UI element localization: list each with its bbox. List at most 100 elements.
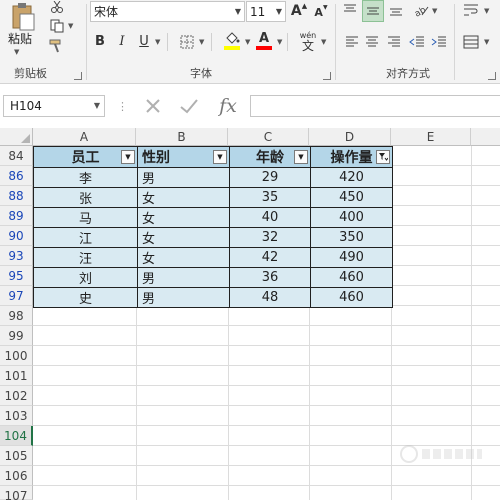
row-header[interactable]: 107 [0,486,33,500]
underline-dropdown-icon[interactable]: ▼ [155,38,160,46]
bold-button[interactable]: B [93,32,107,50]
column-header-a[interactable]: A [33,128,136,146]
cell-gender[interactable]: 女 [137,247,230,268]
orientation-dropdown-icon[interactable]: ▼ [432,7,437,15]
cell-age[interactable]: 35 [229,187,311,208]
cell-gender[interactable]: 女 [137,187,230,208]
row-header[interactable]: 98 [0,306,33,326]
phonetic-dropdown-icon[interactable]: ▼ [321,38,326,46]
borders-icon[interactable] [179,34,195,50]
cell-workload[interactable]: 420 [310,167,393,188]
font-name-field[interactable]: 宋体 ▼ [90,1,245,22]
align-left-icon[interactable] [344,34,360,50]
underline-button[interactable]: U [137,32,151,50]
cell-age[interactable]: 40 [229,207,311,228]
enter-icon[interactable] [178,96,200,116]
cell-age[interactable]: 29 [229,167,311,188]
cut-icon[interactable] [48,0,66,14]
row-header[interactable]: 101 [0,366,33,386]
filter-dropdown-icon[interactable]: ▼ [121,150,135,164]
cell-age[interactable]: 32 [229,227,311,248]
row-header[interactable]: 93 [0,246,33,266]
column-header-f[interactable] [471,128,500,146]
header-cell-employee[interactable]: 员工 ▼ [33,146,138,168]
column-header-c[interactable]: C [228,128,309,146]
row-header[interactable]: 97 [0,286,33,306]
filter-dropdown-icon[interactable]: ▼ [294,150,308,164]
italic-button[interactable]: I [115,32,129,50]
font-size-field[interactable]: 11 ▼ [246,1,286,22]
paste-dropdown-icon[interactable]: ▼ [14,48,19,56]
column-header-e[interactable]: E [391,128,471,146]
wrap-text-icon[interactable] [462,2,480,18]
row-header[interactable]: 102 [0,386,33,406]
cell-employee[interactable]: 汪 [33,247,138,268]
cell-gender[interactable]: 女 [137,207,230,228]
merge-center-icon[interactable] [462,34,480,50]
paste-button[interactable]: 粘贴 [8,30,32,47]
row-header[interactable]: 90 [0,226,33,246]
cell-employee[interactable]: 史 [33,287,138,308]
font-color-icon[interactable]: A [255,30,273,52]
filter-dropdown-icon[interactable]: ▼ [213,150,227,164]
cell-gender[interactable]: 男 [137,287,230,308]
name-box[interactable]: H104 ▼ [3,95,105,117]
row-header[interactable]: 84 [0,146,33,166]
row-header[interactable]: 106 [0,466,33,486]
wrap-text-dropdown-icon[interactable]: ▼ [484,7,489,15]
alignment-launcher-icon[interactable] [488,72,496,80]
format-painter-icon[interactable] [48,38,66,54]
header-cell-workload[interactable]: 操作量 [310,146,393,168]
phonetic-guide-button[interactable]: wén 文 [297,30,319,54]
align-center-icon[interactable] [364,34,380,50]
orientation-icon[interactable]: ab [412,2,430,18]
merge-center-dropdown-icon[interactable]: ▼ [484,38,489,46]
row-header[interactable]: 89 [0,206,33,226]
cell-employee[interactable]: 马 [33,207,138,228]
decrease-font-icon[interactable]: A ▼ [313,4,329,20]
cell-gender[interactable]: 男 [137,167,230,188]
font-launcher-icon[interactable] [323,72,331,80]
decrease-indent-icon[interactable] [408,34,426,50]
clipboard-launcher-icon[interactable] [74,72,82,80]
paste-icon[interactable] [6,2,40,32]
column-header-d[interactable]: D [309,128,391,146]
fill-color-icon[interactable] [223,30,241,52]
row-header[interactable]: 105 [0,446,33,466]
cell-workload[interactable]: 400 [310,207,393,228]
insert-function-button[interactable]: fx [214,94,242,118]
cell-age[interactable]: 42 [229,247,311,268]
header-cell-age[interactable]: 年龄 ▼ [229,146,311,168]
name-box-dropdown-icon[interactable]: ▼ [94,101,100,110]
cell-workload[interactable]: 490 [310,247,393,268]
bottom-align-icon[interactable] [388,2,404,18]
borders-dropdown-icon[interactable]: ▼ [199,38,204,46]
cell-workload[interactable]: 460 [310,287,393,308]
row-header[interactable]: 100 [0,346,33,366]
row-header[interactable]: 88 [0,186,33,206]
select-all-button[interactable] [0,128,33,146]
cell-gender[interactable]: 男 [137,267,230,288]
row-header[interactable]: 95 [0,266,33,286]
row-header-active[interactable]: 104 [0,426,33,446]
column-header-b[interactable]: B [136,128,228,146]
cell-workload[interactable]: 350 [310,227,393,248]
cell-employee[interactable]: 江 [33,227,138,248]
cell-gender[interactable]: 女 [137,227,230,248]
middle-align-icon[interactable] [362,0,384,22]
cell-employee[interactable]: 刘 [33,267,138,288]
cell-employee[interactable]: 李 [33,167,138,188]
row-header[interactable]: 99 [0,326,33,346]
font-size-dropdown-icon[interactable]: ▼ [276,7,282,16]
filter-active-icon[interactable] [376,150,390,164]
align-right-icon[interactable] [386,34,402,50]
copy-dropdown-icon[interactable]: ▼ [68,22,73,30]
increase-font-icon[interactable]: A ▲ [291,2,307,20]
copy-icon[interactable] [48,18,66,34]
header-cell-gender[interactable]: 性别 ▼ [137,146,230,168]
formula-input[interactable] [250,95,500,117]
cell-age[interactable]: 36 [229,267,311,288]
row-header[interactable]: 86 [0,166,33,186]
top-align-icon[interactable] [342,2,358,18]
increase-indent-icon[interactable] [430,34,448,50]
